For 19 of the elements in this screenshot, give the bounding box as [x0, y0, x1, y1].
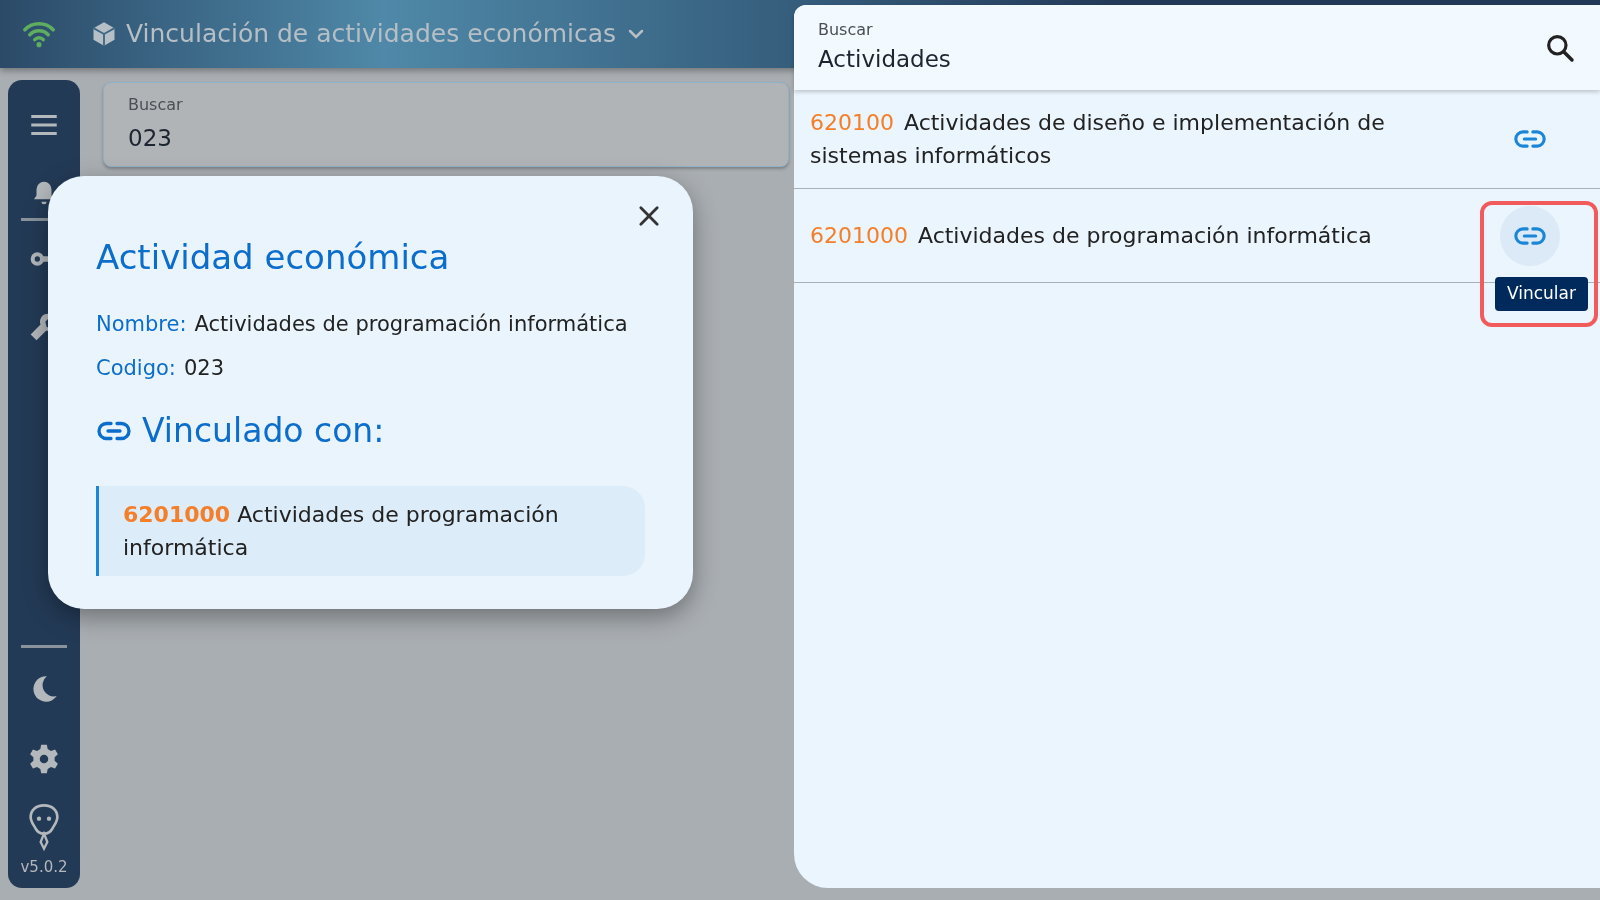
field-value: 023: [183, 354, 225, 382]
page-title: Vinculación de actividades económicas: [126, 18, 617, 51]
result-text[interactable]: 620100 Actividades de diseño e implementación de sistemas informáticos: [810, 106, 1500, 172]
search-field[interactable]: Buscar 023: [103, 82, 789, 167]
field-value: Actividades: [818, 45, 951, 75]
section-heading: Vinculado con:: [142, 410, 385, 452]
field-value: 023: [128, 124, 173, 153]
result-text[interactable]: 6201000 Actividades de programación informática: [810, 219, 1396, 252]
dialog-title: Actividad económica: [96, 236, 451, 279]
cube-icon: [90, 20, 118, 48]
tooltip: Vincular: [1495, 277, 1588, 311]
search-field[interactable]: Buscar Actividades: [794, 5, 1600, 90]
field-label: Codigo:: [96, 354, 176, 382]
field-value: Actividades de programación informática: [194, 311, 628, 338]
linked-activity: 6201000 Actividades de programación informática: [96, 485, 645, 576]
field-label: Nombre:: [96, 311, 187, 338]
version-label: v5.0.2: [20, 856, 68, 878]
field-label: Buscar: [818, 19, 874, 42]
field-label: Buscar: [128, 94, 184, 116]
